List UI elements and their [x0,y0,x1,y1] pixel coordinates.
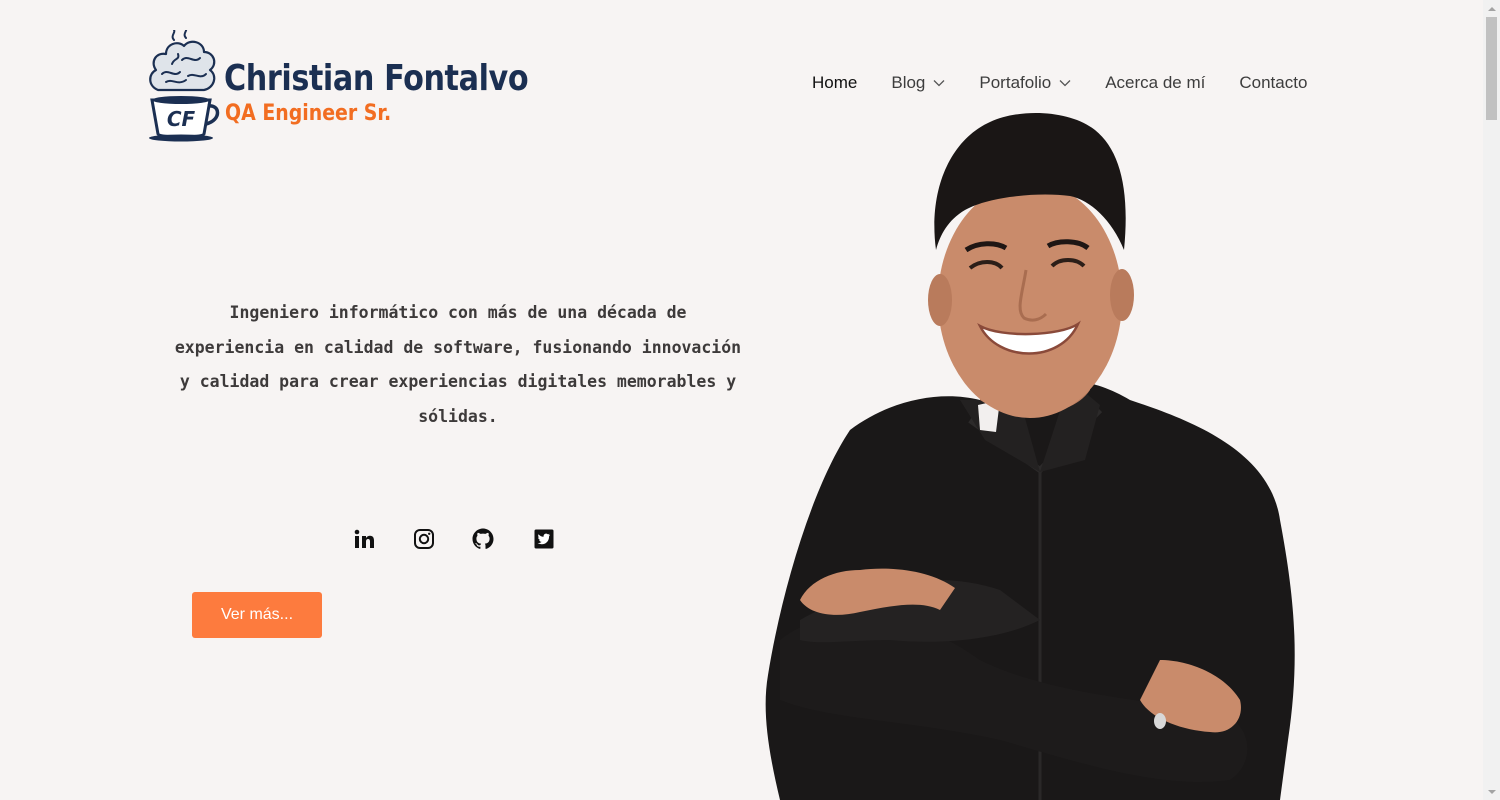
hero-description: Ingeniero informático con más de una déc… [168,296,748,434]
coffee-cup-logo-icon: CF [149,30,220,142]
site-logo[interactable]: CF Christian Fontalvo QA Engineer Sr. [144,30,544,142]
nav-item-label: Blog [891,73,926,92]
scroll-down-icon[interactable] [1483,783,1500,800]
scroll-up-icon[interactable] [1483,0,1500,17]
ver-mas-button[interactable]: Ver más... [192,592,322,638]
profile-portrait-image [765,112,1295,800]
github-icon[interactable] [471,527,495,551]
hero-line: Ingeniero informático con más de una déc… [229,303,687,322]
nav-item-portafolio[interactable]: Portafolio [979,73,1071,93]
brand-tagline: QA Engineer Sr. [225,101,392,126]
instagram-icon[interactable] [412,527,436,551]
vertical-scrollbar[interactable] [1483,0,1500,800]
nav-item-acerca[interactable]: Acerca de mí [1105,73,1205,93]
nav-item-contacto[interactable]: Contacto [1239,73,1307,93]
scrollbar-thumb[interactable] [1486,17,1497,120]
chevron-down-icon [1059,80,1071,87]
hero-line: y calidad para crear experiencias digita… [179,372,737,391]
main-navigation: Home Blog Portafolio Acerca de mí Contac… [812,70,1307,96]
nav-item-label: Portafolio [979,73,1052,92]
nav-item-label: Acerca de mí [1105,73,1206,92]
nav-item-blog[interactable]: Blog [891,73,945,93]
hero-line: experiencia en calidad de software, fusi… [174,337,742,357]
chevron-down-icon [933,80,945,87]
logo-monogram: CF [167,107,196,131]
hero-line: sólidas. [418,406,498,426]
nav-item-home[interactable]: Home [812,73,857,93]
page: CF Christian Fontalvo QA Engineer Sr. Ho… [0,0,1500,800]
linkedin-icon[interactable] [352,527,376,551]
brand-name: Christian Fontalvo [224,58,529,99]
nav-item-label: Home [812,73,858,92]
nav-item-label: Contacto [1239,73,1308,92]
twitter-icon[interactable] [532,527,556,551]
